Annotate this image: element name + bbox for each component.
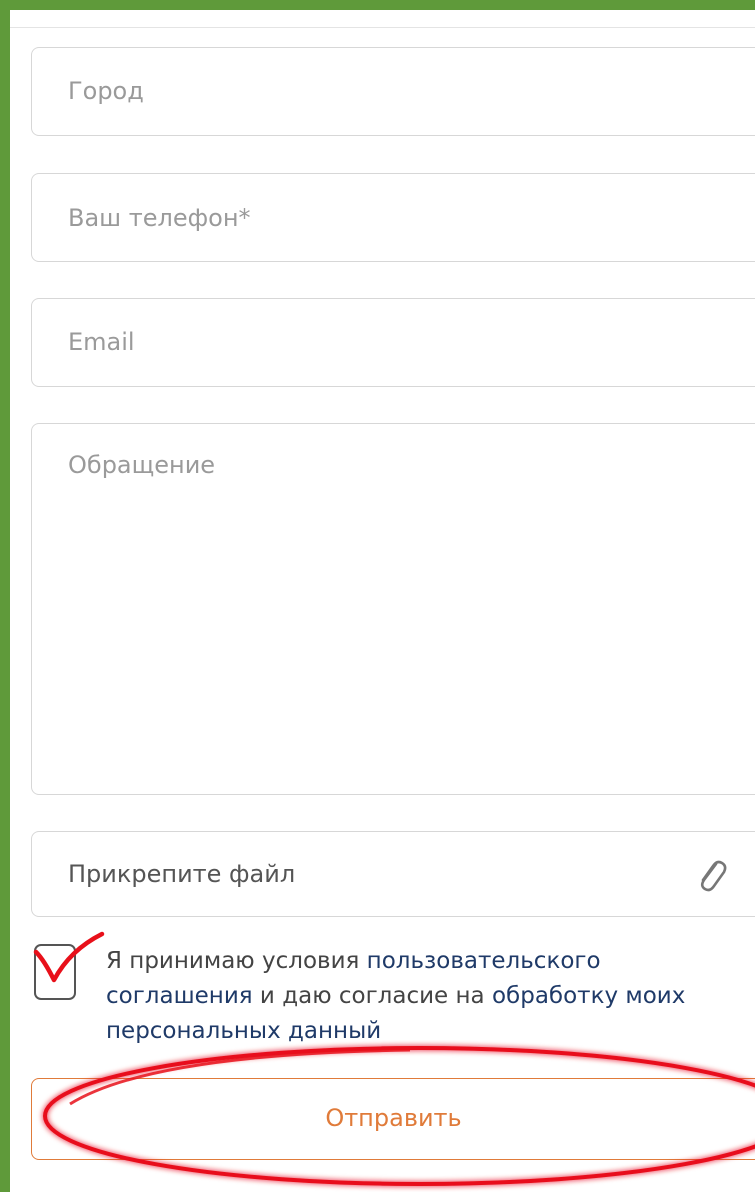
- user-agreement-link-part1[interactable]: пользовательского: [367, 948, 601, 974]
- city-input[interactable]: Город: [31, 47, 755, 136]
- email-placeholder: Email: [68, 328, 135, 356]
- phone-input[interactable]: Ваш телефон*: [31, 173, 755, 262]
- consent-text: Я принимаю условия пользовательского сог…: [106, 944, 755, 1049]
- consent-line-1: Я принимаю условия пользовательского: [106, 944, 755, 979]
- user-agreement-link-part2[interactable]: соглашения: [106, 983, 253, 1009]
- message-textarea[interactable]: Обращение: [31, 423, 755, 795]
- consent-line-2: соглашения и даю согласие на обработку м…: [106, 979, 755, 1014]
- check-mark-icon: [33, 931, 105, 983]
- submit-button-label: Отправить: [325, 1104, 462, 1132]
- consent-middle: и даю согласие на: [252, 983, 492, 1009]
- message-placeholder: Обращение: [68, 451, 216, 479]
- paperclip-icon[interactable]: [694, 856, 728, 894]
- attach-file-field[interactable]: Прикрепите файл: [31, 831, 755, 917]
- personal-data-link-part1[interactable]: обработку моих: [492, 983, 685, 1009]
- top-divider: [10, 27, 755, 28]
- phone-placeholder: Ваш телефон*: [68, 204, 251, 232]
- city-placeholder: Город: [68, 77, 144, 105]
- consent-prefix: Я принимаю условия: [106, 948, 367, 974]
- consent-line-3: персональных данный: [106, 1014, 755, 1049]
- email-input[interactable]: Email: [31, 298, 755, 387]
- personal-data-link-part2[interactable]: персональных данный: [106, 1018, 381, 1044]
- submit-button[interactable]: Отправить: [31, 1078, 755, 1160]
- attach-file-label: Прикрепите файл: [68, 860, 296, 888]
